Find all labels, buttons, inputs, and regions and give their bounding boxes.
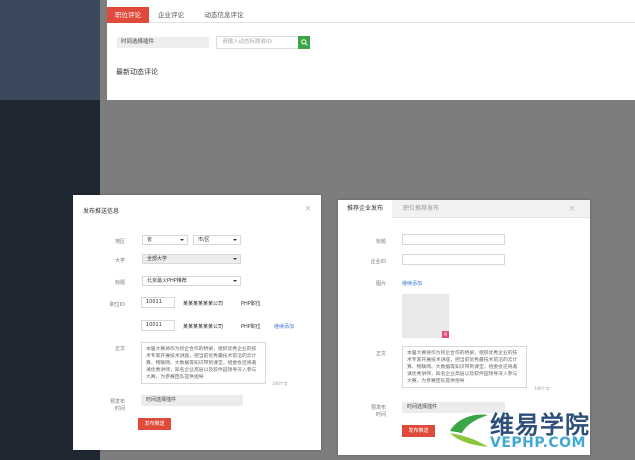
watermark-en: VEPHP.COM <box>490 435 586 451</box>
section-title: 最新动态评论 <box>116 68 158 76</box>
city-select[interactable]: 市/区 <box>193 235 241 245</box>
chevron-down-icon <box>233 258 237 260</box>
char-counter: 140个字 <box>272 381 288 386</box>
tab-job-recommend[interactable]: 职位推荐发布 <box>394 200 448 218</box>
add-image-link[interactable]: 继续添加 <box>402 280 422 287</box>
company-name-1: 某某某某某某公司 <box>183 301 224 307</box>
dialog-title: 发布推送信息 <box>83 208 120 215</box>
add-more-link[interactable]: 继续添加 <box>274 323 294 330</box>
job-name-1: PHP职位 <box>241 301 261 307</box>
company-id-input[interactable] <box>402 254 505 265</box>
tag-value: 北京最火PHP推荐 <box>147 278 187 284</box>
publish-time-input[interactable]: 时间选择插件 <box>141 395 243 406</box>
sidebar-top <box>0 0 100 100</box>
publish-push-button[interactable]: 发布推送 <box>402 425 435 437</box>
time-filter-select[interactable]: 时间选择插件 <box>117 37 209 48</box>
university-label: 大学 <box>114 258 125 264</box>
tag-select[interactable]: 北京最火PHP推荐 <box>142 276 241 286</box>
top-panel: 职位评论 企业评论 动态信息评论 时间选择插件 请输入动态标题或ID 最新动态评… <box>107 0 635 100</box>
company-name-2: 某某某某某某公司 <box>183 324 224 330</box>
title-label: 标题 <box>375 239 386 245</box>
body-label: 正文 <box>375 351 386 357</box>
city-value: 市/区 <box>198 237 210 243</box>
tab-job-comments[interactable]: 职位评论 <box>107 7 149 23</box>
char-counter: 140个字 <box>534 386 550 391</box>
title-input[interactable] <box>402 234 505 245</box>
university-select[interactable]: 全部大学 <box>142 254 241 264</box>
publish-time-label-1: 预发布 <box>109 399 125 405</box>
province-select[interactable]: 省 <box>142 235 188 245</box>
job-id-input-2[interactable]: 10011 <box>141 320 175 331</box>
image-label: 图片 <box>375 281 386 287</box>
chevron-down-icon <box>180 239 184 241</box>
search-icon <box>300 39 308 46</box>
leaf-logo-icon <box>450 414 488 447</box>
chevron-down-icon <box>233 280 237 282</box>
close-icon[interactable]: × <box>568 205 576 214</box>
region-label: 地区 <box>114 239 125 245</box>
delete-image-icon[interactable]: × <box>442 331 449 338</box>
publish-time-label-2: 时间 <box>114 406 125 412</box>
body-label: 正文 <box>114 346 125 352</box>
search-input[interactable]: 请输入动态标题或ID <box>216 36 304 49</box>
university-value: 全部大学 <box>147 256 168 262</box>
comment-tabs: 职位评论 企业评论 动态信息评论 <box>107 7 635 23</box>
body-textarea[interactable]: 本届大赛将作为校企合作的桥梁，组织优秀企业的技术专家开展技术讲座，把当前优秀最技… <box>141 342 266 384</box>
province-value: 省 <box>147 237 153 243</box>
tab-company-recommend[interactable]: 推荐企业发布 <box>338 200 392 218</box>
chevron-down-icon <box>233 239 237 241</box>
job-id-input-1[interactable]: 10011 <box>141 297 175 308</box>
tag-label: 标题 <box>114 280 125 286</box>
push-info-dialog: 发布推送信息 × 地区 省 市/区 大学 全部大学 标题 北京最火PHP推荐 职… <box>73 195 321 450</box>
publish-push-button[interactable]: 发布推送 <box>138 418 171 430</box>
dialog-tabbar: 推荐企业发布 职位推荐发布 × <box>338 200 590 218</box>
job-id-label: 职位ID <box>109 302 125 308</box>
watermark-logo: 维易学院 VEPHP.COM <box>446 405 632 457</box>
search-button[interactable] <box>298 36 310 49</box>
publish-time-label-1: 预发布 <box>370 405 386 411</box>
publish-time-label-2: 时间 <box>375 412 386 418</box>
close-icon[interactable]: × <box>304 205 312 214</box>
company-id-label: 企业ID <box>370 259 386 265</box>
tab-company-comments[interactable]: 企业评论 <box>151 7 191 23</box>
tab-news-comments[interactable]: 动态信息评论 <box>195 7 253 23</box>
job-name-2: PHP职位 <box>241 324 261 330</box>
body-textarea[interactable]: 本届大赛将作为校企合作的桥梁，组织优秀企业的技术专家开展技术讲座，把当前优秀最技… <box>402 346 527 388</box>
